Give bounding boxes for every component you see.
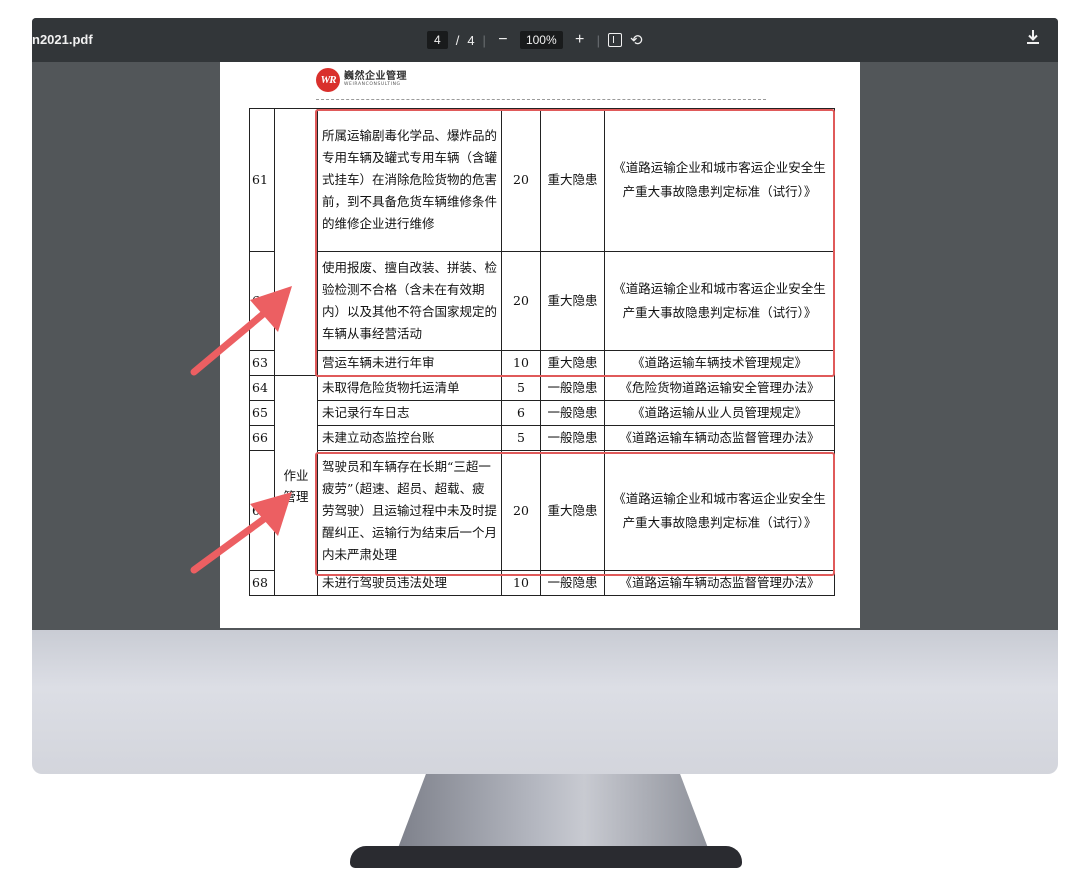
logo-mark: WR xyxy=(316,68,340,92)
screen: n2021.pdf 4 / 4 | − 100% + | ⟲ WR 巍然企业管理… xyxy=(32,18,1058,630)
toolbar-divider: | xyxy=(596,32,601,48)
monitor: n2021.pdf 4 / 4 | − 100% + | ⟲ WR 巍然企业管理… xyxy=(32,18,1058,774)
item-cell: 未建立动态监控台账 xyxy=(317,425,502,451)
row-number: 61 xyxy=(249,108,275,252)
row-number: 65 xyxy=(249,400,275,426)
rotate-icon[interactable]: ⟲ xyxy=(630,31,643,49)
page-separator: / xyxy=(455,32,460,48)
table-row: 65 未记录行车日志 6 一般隐患 《道路运输从业人员管理规定》 xyxy=(249,400,835,426)
item-cell: 未取得危险货物托运清单 xyxy=(317,375,502,401)
pdf-page: WR 巍然企业管理 WEIRANCONSULTING 61 所属运输剧毒化学品、… xyxy=(220,62,860,628)
zoom-level-input[interactable]: 100% xyxy=(519,31,563,49)
highlight-box-top xyxy=(315,109,835,377)
page-total: 4 xyxy=(467,32,475,48)
zoom-out-button[interactable]: − xyxy=(494,31,512,49)
arrow-icon xyxy=(190,286,292,376)
header-rule xyxy=(316,99,766,100)
basis-cell: 《道路运输车辆动态监督管理办法》 xyxy=(604,425,835,451)
highlight-box-bottom xyxy=(315,452,835,576)
download-icon[interactable] xyxy=(1026,29,1040,50)
table-row: 66 未建立动态监控台账 5 一般隐患 《道路运输车辆动态监督管理办法》 xyxy=(249,425,835,451)
page-number-input[interactable]: 4 xyxy=(427,31,448,49)
pdf-toolbar: n2021.pdf 4 / 4 | − 100% + | ⟲ xyxy=(32,18,1058,62)
level-cell: 一般隐患 xyxy=(540,375,605,401)
monitor-stand-base xyxy=(350,846,742,868)
fit-page-icon[interactable] xyxy=(608,33,623,47)
score-cell: 5 xyxy=(501,375,541,401)
score-cell: 6 xyxy=(501,400,541,426)
logo-name-cn: 巍然企业管理 xyxy=(344,71,407,83)
row-number: 66 xyxy=(249,425,275,451)
level-cell: 一般隐患 xyxy=(540,400,605,426)
level-cell: 一般隐患 xyxy=(540,425,605,451)
toolbar-controls: 4 / 4 | − 100% + | ⟲ xyxy=(427,30,643,50)
monitor-chin xyxy=(32,630,1058,774)
document-title: n2021.pdf xyxy=(32,32,93,47)
score-cell: 5 xyxy=(501,425,541,451)
logo-name-en: WEIRANCONSULTING xyxy=(344,82,401,88)
item-cell: 未记录行车日志 xyxy=(317,400,502,426)
basis-cell: 《危险货物道路运输安全管理办法》 xyxy=(604,375,835,401)
basis-cell: 《道路运输从业人员管理规定》 xyxy=(604,400,835,426)
toolbar-divider: | xyxy=(482,32,486,48)
table-row: 64 作业管理 未取得危险货物托运清单 5 一般隐患 《危险货物道路运输安全管理… xyxy=(249,375,835,596)
zoom-in-button[interactable]: + xyxy=(571,31,589,49)
monitor-stand-neck xyxy=(398,774,708,848)
arrow-icon xyxy=(190,492,292,574)
company-logo: WR 巍然企业管理 WEIRANCONSULTING xyxy=(316,68,407,92)
